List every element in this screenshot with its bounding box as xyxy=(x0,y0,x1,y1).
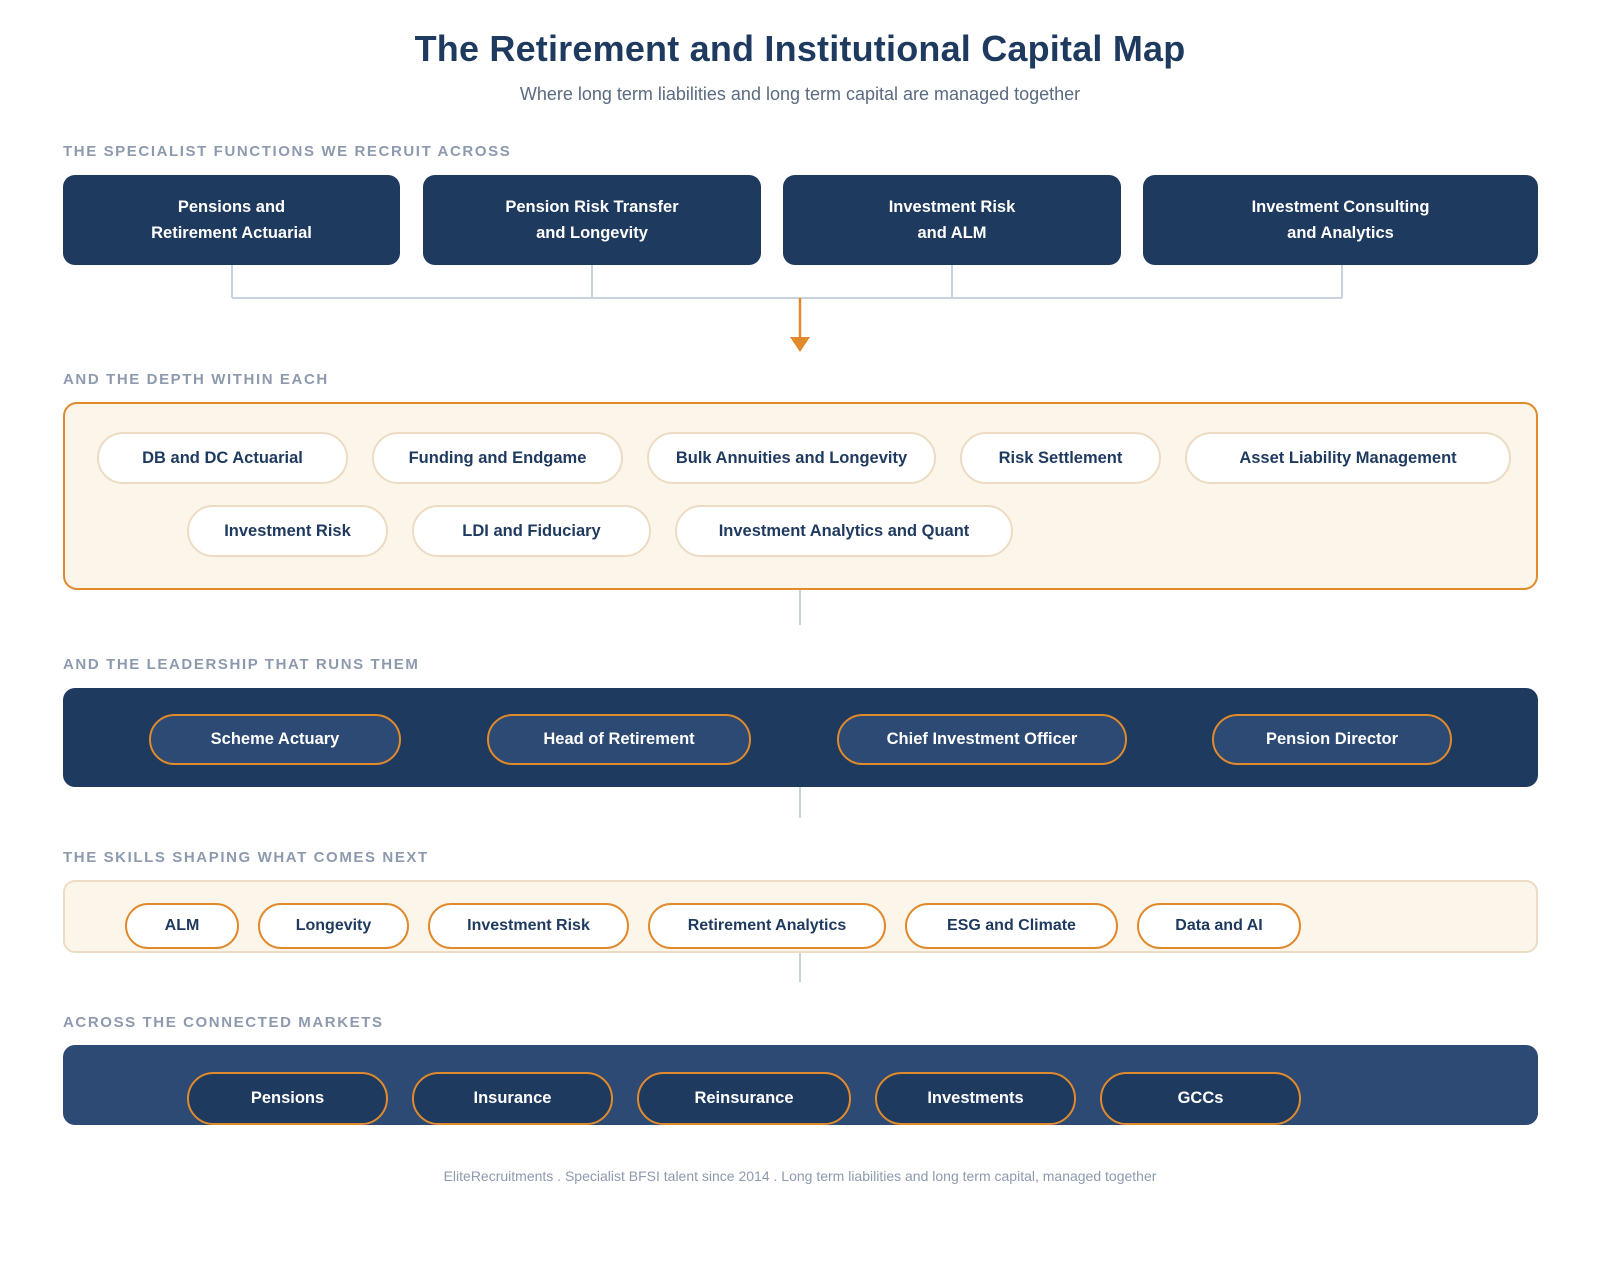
function-box-line: and ALM xyxy=(917,224,987,242)
skill-pill: ESG and Climate xyxy=(905,903,1118,949)
depth-pill: Bulk Annuities and Longevity xyxy=(647,432,936,484)
market-pill: Insurance xyxy=(412,1072,613,1125)
depth-pill: Funding and Endgame xyxy=(372,432,623,484)
skill-pill: ALM xyxy=(125,903,239,949)
function-box-pension-risk-transfer: Pension Risk Transfer and Longevity xyxy=(423,175,761,265)
page-title: The Retirement and Institutional Capital… xyxy=(414,28,1186,69)
depth-pill: Risk Settlement xyxy=(960,432,1161,484)
depth-pill: LDI and Fiduciary xyxy=(412,505,651,557)
section-label-depth: AND THE DEPTH WITHIN EACH xyxy=(63,371,329,388)
function-box-investment-consulting: Investment Consulting and Analytics xyxy=(1143,175,1538,265)
market-pill: Pensions xyxy=(187,1072,388,1125)
function-box-line: Retirement Actuarial xyxy=(151,224,312,242)
section-label-functions: THE SPECIALIST FUNCTIONS WE RECRUIT ACRO… xyxy=(63,143,512,160)
market-pill: Investments xyxy=(875,1072,1076,1125)
skill-pill: Investment Risk xyxy=(428,903,629,949)
function-box-pensions-actuarial: Pensions and Retirement Actuarial xyxy=(63,175,400,265)
skill-pill: Data and AI xyxy=(1137,903,1301,949)
section-label-skills: THE SKILLS SHAPING WHAT COMES NEXT xyxy=(63,849,429,866)
leadership-pill: Head of Retirement xyxy=(487,714,751,765)
leadership-pill: Pension Director xyxy=(1212,714,1452,765)
leadership-pill: Chief Investment Officer xyxy=(837,714,1127,765)
function-box-line: Pensions and xyxy=(177,198,286,216)
market-pill: Reinsurance xyxy=(637,1072,851,1125)
depth-panel xyxy=(63,402,1538,590)
skill-pill: Retirement Analytics xyxy=(648,903,886,949)
section-label-markets: ACROSS THE CONNECTED MARKETS xyxy=(63,1014,384,1031)
market-pill: GCCs xyxy=(1100,1072,1301,1125)
page-subtitle: Where long term liabilities and long ter… xyxy=(519,84,1081,104)
function-box-line: Investment Risk xyxy=(888,198,1016,216)
function-box-line: Investment Consulting xyxy=(1251,198,1430,216)
footer-text: EliteRecruitments . Specialist BFSI tale… xyxy=(443,1168,1157,1184)
function-box-investment-risk-alm: Investment Risk and ALM xyxy=(783,175,1121,265)
depth-pill: DB and DC Actuarial xyxy=(97,432,348,484)
skill-pill: Longevity xyxy=(258,903,409,949)
section-label-leadership: AND THE LEADERSHIP THAT RUNS THEM xyxy=(63,656,420,673)
function-box-line: Pension Risk Transfer xyxy=(505,198,679,216)
function-box-line: and Analytics xyxy=(1287,224,1394,242)
depth-pill: Asset Liability Management xyxy=(1185,432,1511,484)
function-box-line: and Longevity xyxy=(536,224,648,242)
depth-pill: Investment Risk xyxy=(187,505,388,557)
depth-pill: Investment Analytics and Quant xyxy=(675,505,1013,557)
leadership-pill: Scheme Actuary xyxy=(149,714,401,765)
